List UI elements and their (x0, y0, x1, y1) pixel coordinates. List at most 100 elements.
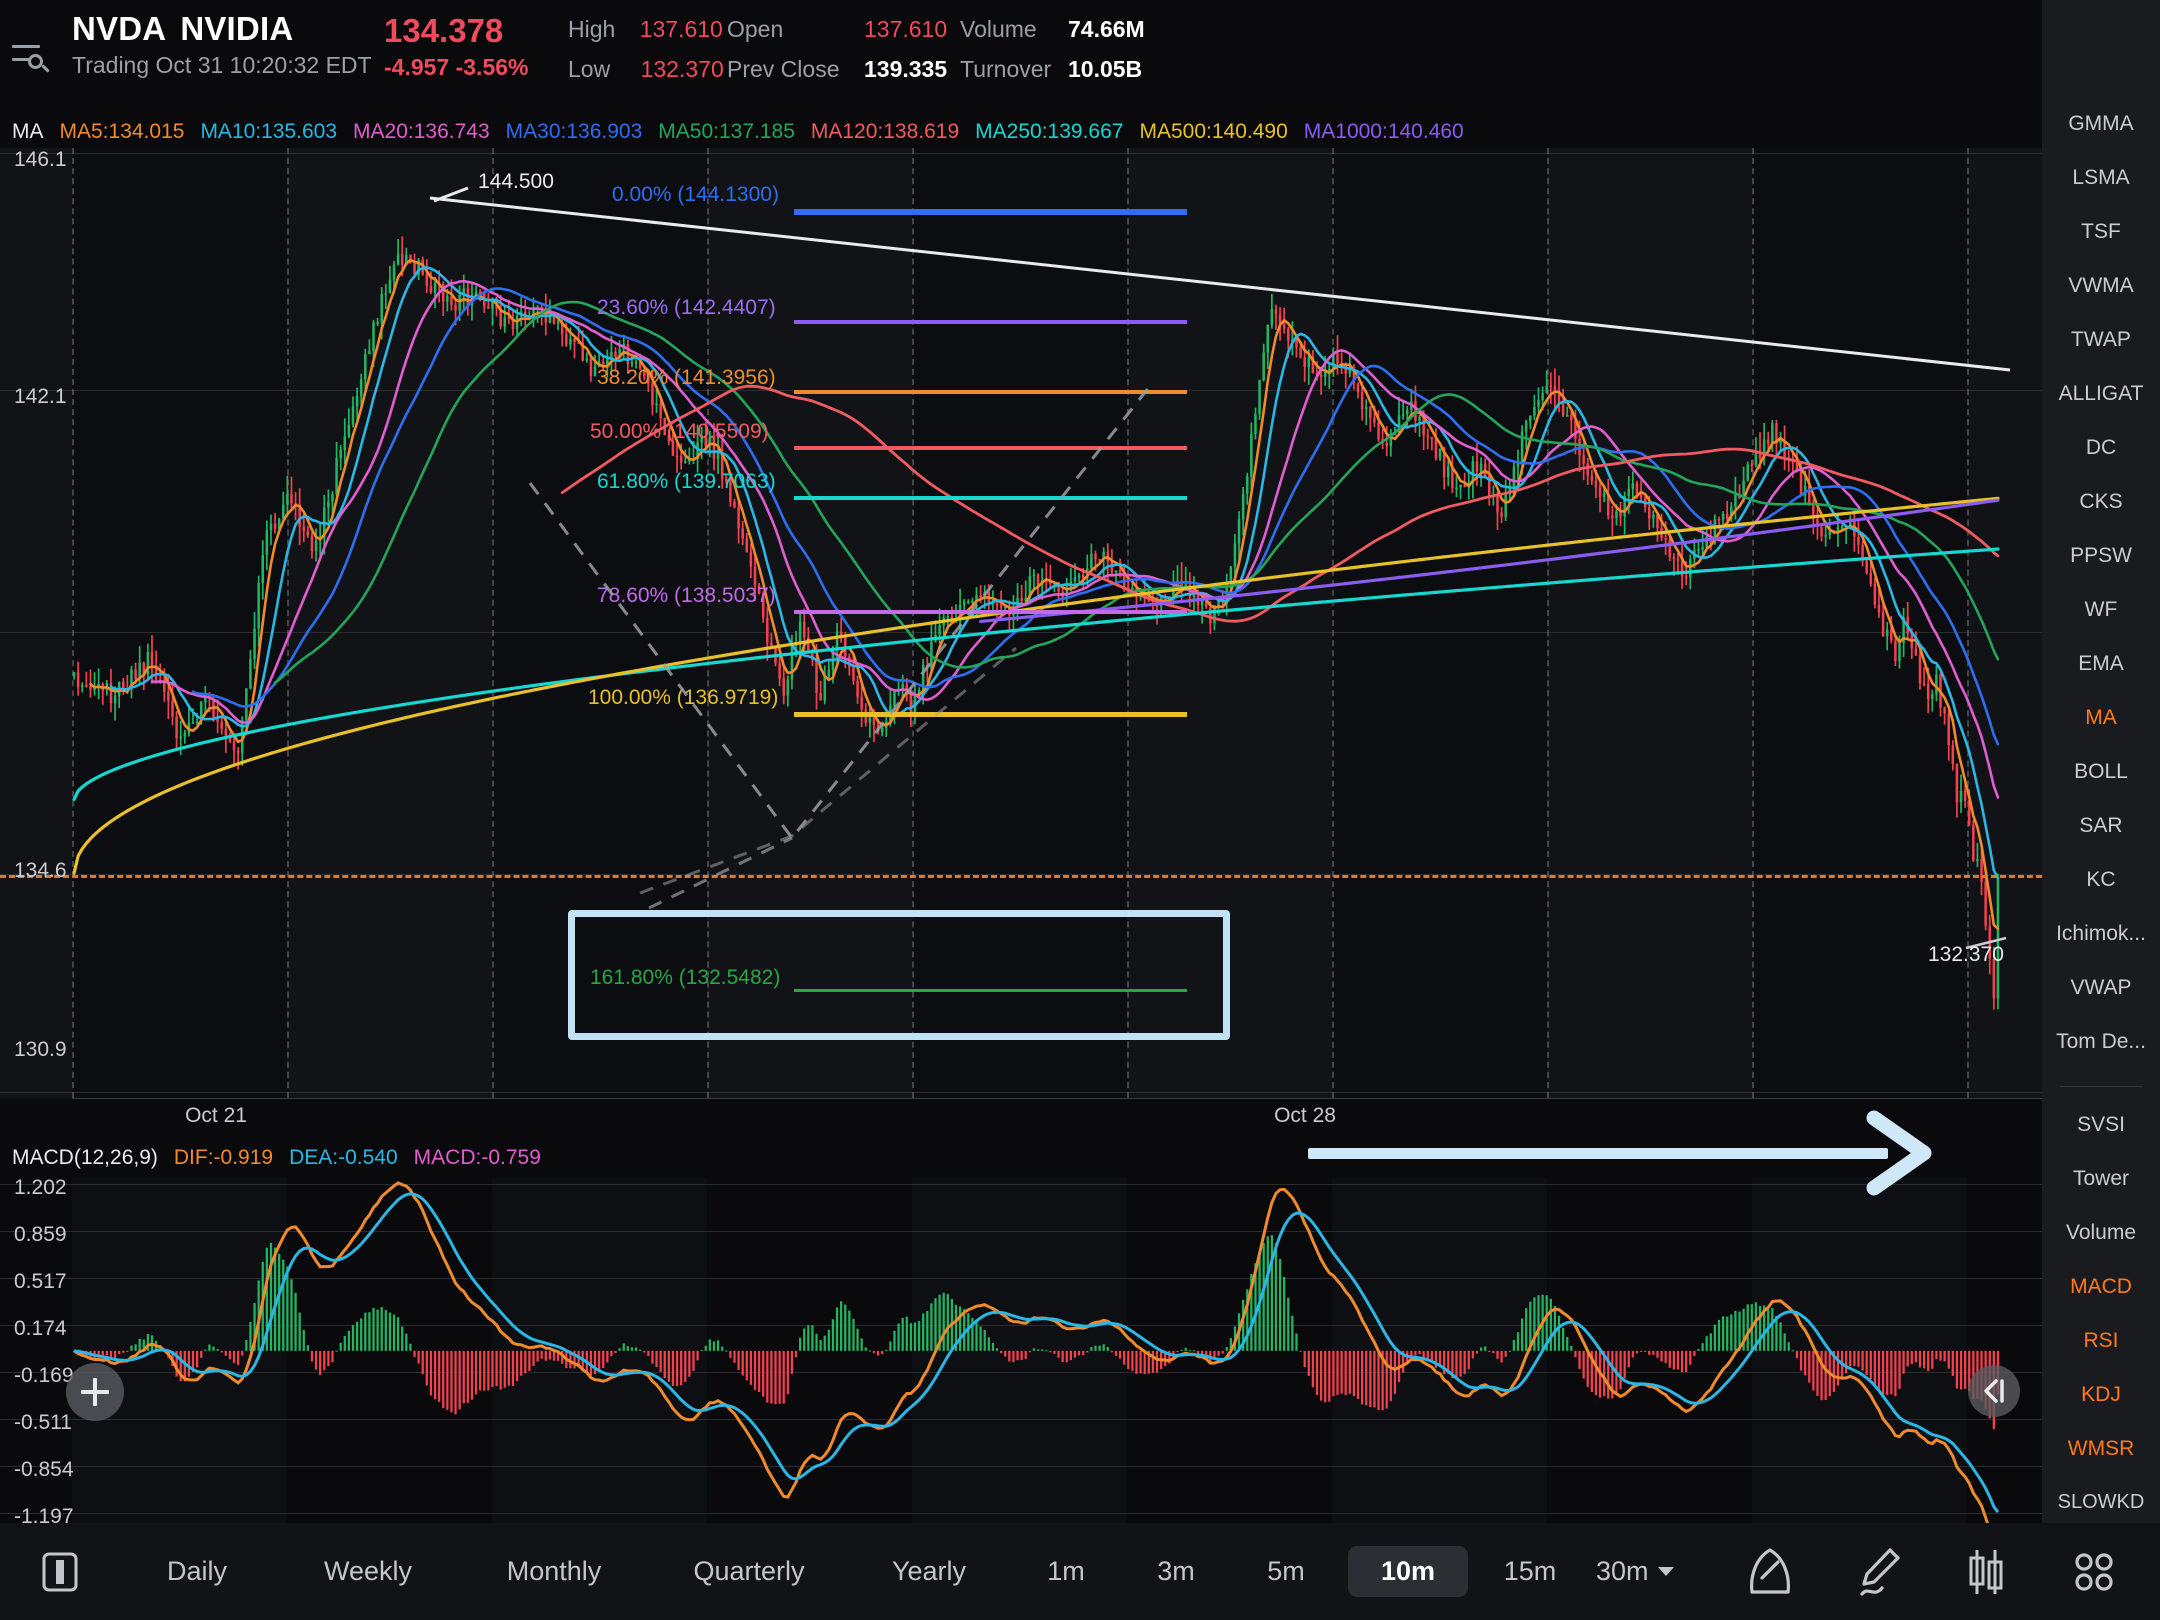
timeframe-yearly[interactable]: Yearly (854, 1546, 1004, 1597)
sidebar-divider (2060, 1086, 2142, 1087)
sidebar-item-lsma[interactable]: LSMA (2042, 166, 2160, 190)
macd-axis-tick: -0.169 (14, 1364, 74, 1387)
timeframe-30m-label: 30m (1596, 1556, 1649, 1586)
sidebar-item-ema[interactable]: EMA (2042, 652, 2160, 676)
ma-legend-title: MA (12, 120, 44, 143)
macd-legend-item: DIF:-0.919 (173, 1146, 274, 1169)
macd-axis-tick: 0.517 (14, 1270, 67, 1293)
sidebar-item-gmma[interactable]: GMMA (2042, 112, 2160, 136)
chart-app: NVDA NVIDIA Trading Oct 31 10:20:32 EDT … (0, 0, 2160, 1620)
timeframe-monthly[interactable]: Monthly (464, 1546, 644, 1597)
ma-legend-item: MA30:136.903 (505, 120, 643, 143)
sidebar-item-twap[interactable]: TWAP (2042, 328, 2160, 352)
sidebar-item-cks[interactable]: CKS (2042, 490, 2160, 514)
pencil-draw-icon[interactable] (1852, 1544, 1904, 1600)
macd-axis-tick: 0.859 (14, 1223, 67, 1246)
stat-high-label: High (568, 16, 616, 42)
ma-legend-item: MA500:140.490 (1139, 120, 1288, 143)
indicator-sidebar[interactable]: GMMA LSMA TSF VWMA TWAP ALLIGAT DC CKS P… (2042, 0, 2160, 1523)
x-axis-tick: Oct 28 (1274, 1104, 1336, 1127)
candle-type-icon[interactable] (40, 1548, 80, 1596)
sidebar-item-wmsr[interactable]: WMSR (2042, 1437, 2160, 1461)
timeframe-weekly[interactable]: Weekly (282, 1546, 454, 1597)
macd-axis-tick: 0.174 (14, 1317, 67, 1340)
bottom-toolbar[interactable]: Daily Weekly Monthly Quarterly Yearly 1m… (0, 1523, 2160, 1620)
sidebar-item-ma[interactable]: MA (2042, 706, 2160, 730)
stat-volume-value-wrap: 74.66M (1068, 16, 1145, 43)
sidebar-item-svsi[interactable]: SVSI (2042, 1113, 2160, 1137)
chevron-down-icon (1657, 1567, 1674, 1576)
grid-layout-icon[interactable] (2068, 1544, 2120, 1600)
sidebar-item-ppsw[interactable]: PPSW (2042, 544, 2160, 568)
zoom-in-button[interactable] (66, 1363, 124, 1421)
sidebar-item-slowkd[interactable]: SLOWKD (2042, 1491, 2160, 1514)
timeframe-30m-dropdown[interactable]: 30m (1596, 1556, 1674, 1587)
sidebar-item-alligat[interactable]: ALLIGAT (2042, 382, 2160, 406)
macd-lines (73, 1181, 2000, 1523)
timeframe-5m[interactable]: 5m (1238, 1546, 1334, 1597)
x-axis-tick: Oct 21 (185, 1104, 247, 1127)
sidebar-item-tomdemark[interactable]: Tom De... (2042, 1030, 2160, 1054)
sidebar-item-rsi[interactable]: RSI (2042, 1329, 2160, 1353)
stat-turnover-value-wrap: 10.05B (1068, 56, 1142, 83)
stat-prevclose-value-wrap: 139.335 (864, 56, 947, 83)
timeframe-3m[interactable]: 3m (1128, 1546, 1224, 1597)
macd-legend[interactable]: MACD(12,26,9) DIF:-0.919 DEA:-0.540 MACD… (12, 1146, 541, 1170)
arrow-shaft-annotation[interactable] (1308, 1148, 1888, 1159)
x-axis: Oct 21 Oct 28 (0, 1098, 2042, 1142)
price-change-pct: -3.56% (455, 54, 529, 80)
arrow-head-annotation[interactable] (1862, 1110, 1942, 1196)
timeframe-quarterly[interactable]: Quarterly (654, 1546, 844, 1597)
sidebar-item-ichimoku[interactable]: Ichimok... (2042, 922, 2160, 946)
stat-open-label: Open (727, 16, 784, 42)
stat-low-value: 132.370 (640, 56, 724, 82)
price-chart-pane[interactable]: 146.1 142.1 134.6 130.9 144.500 0.00% (1… (0, 148, 2042, 1196)
ma-legend-item: MA5:134.015 (59, 120, 185, 143)
timeframe-15m[interactable]: 15m (1482, 1546, 1578, 1597)
sidebar-item-wf[interactable]: WF (2042, 598, 2160, 622)
stat-turnover: Turnover (960, 56, 1051, 83)
menu-search-icon[interactable] (8, 36, 52, 80)
stat-low: Low 132.370 (568, 56, 724, 83)
stat-volume: Volume (960, 16, 1037, 43)
ma-legend-item: MA120:138.619 (810, 120, 960, 143)
timeframe-10m[interactable]: 10m (1348, 1546, 1468, 1597)
ma-legend-item: MA50:137.185 (658, 120, 795, 143)
sidebar-item-boll[interactable]: BOLL (2042, 760, 2160, 784)
macd-legend-item: DEA:-0.540 (289, 1146, 398, 1169)
macd-axis-tick: 1.202 (14, 1176, 67, 1199)
ma-legend-item: MA10:135.603 (200, 120, 338, 143)
sidebar-item-tsf[interactable]: TSF (2042, 220, 2160, 244)
highlight-box-annotation[interactable] (568, 910, 1230, 1040)
sidebar-item-vwma[interactable]: VWMA (2042, 274, 2160, 298)
ma-legend[interactable]: MA MA5:134.015 MA10:135.603 MA20:136.743… (12, 120, 1464, 144)
stat-low-label: Low (568, 56, 611, 82)
stat-high-value: 137.610 (639, 16, 723, 42)
macd-legend-title: MACD(12,26,9) (12, 1146, 158, 1169)
stat-prevclose-value: 139.335 (864, 56, 948, 82)
timeframe-1m[interactable]: 1m (1018, 1546, 1114, 1597)
last-price: 134.378 (384, 12, 504, 49)
stat-prevclose-label: Prev Close (727, 56, 840, 82)
collapse-sidebar-button[interactable] (1968, 1365, 2020, 1417)
symbol-row: NVDA NVIDIA (72, 10, 293, 48)
price-change: -4.957 -3.56% (384, 54, 528, 81)
sidebar-item-tower[interactable]: Tower (2042, 1167, 2160, 1191)
sidebar-item-vwap[interactable]: VWAP (2042, 976, 2160, 1000)
sidebar-item-dc[interactable]: DC (2042, 436, 2160, 460)
candle-icon[interactable] (1960, 1544, 2012, 1600)
stat-turnover-value: 10.05B (1068, 56, 1143, 82)
sidebar-item-kc[interactable]: KC (2042, 868, 2160, 892)
stat-open: Open (727, 16, 783, 43)
stat-open-value-wrap: 137.610 (864, 16, 947, 43)
sidebar-item-sar[interactable]: SAR (2042, 814, 2160, 838)
price-change-abs: -4.957 (384, 54, 450, 80)
stat-turnover-label: Turnover (960, 56, 1052, 82)
sidebar-item-kdj[interactable]: KDJ (2042, 1383, 2160, 1407)
sidebar-item-volume[interactable]: Volume (2042, 1221, 2160, 1245)
gauge-icon[interactable] (1744, 1544, 1796, 1600)
timeframe-daily[interactable]: Daily (122, 1546, 272, 1597)
macd-pane[interactable]: 1.202 0.859 0.517 0.174 -0.169 -0.511 -0… (0, 1176, 2042, 1528)
sidebar-item-macd[interactable]: MACD (2042, 1275, 2160, 1299)
stat-open-value: 137.610 (864, 16, 948, 42)
